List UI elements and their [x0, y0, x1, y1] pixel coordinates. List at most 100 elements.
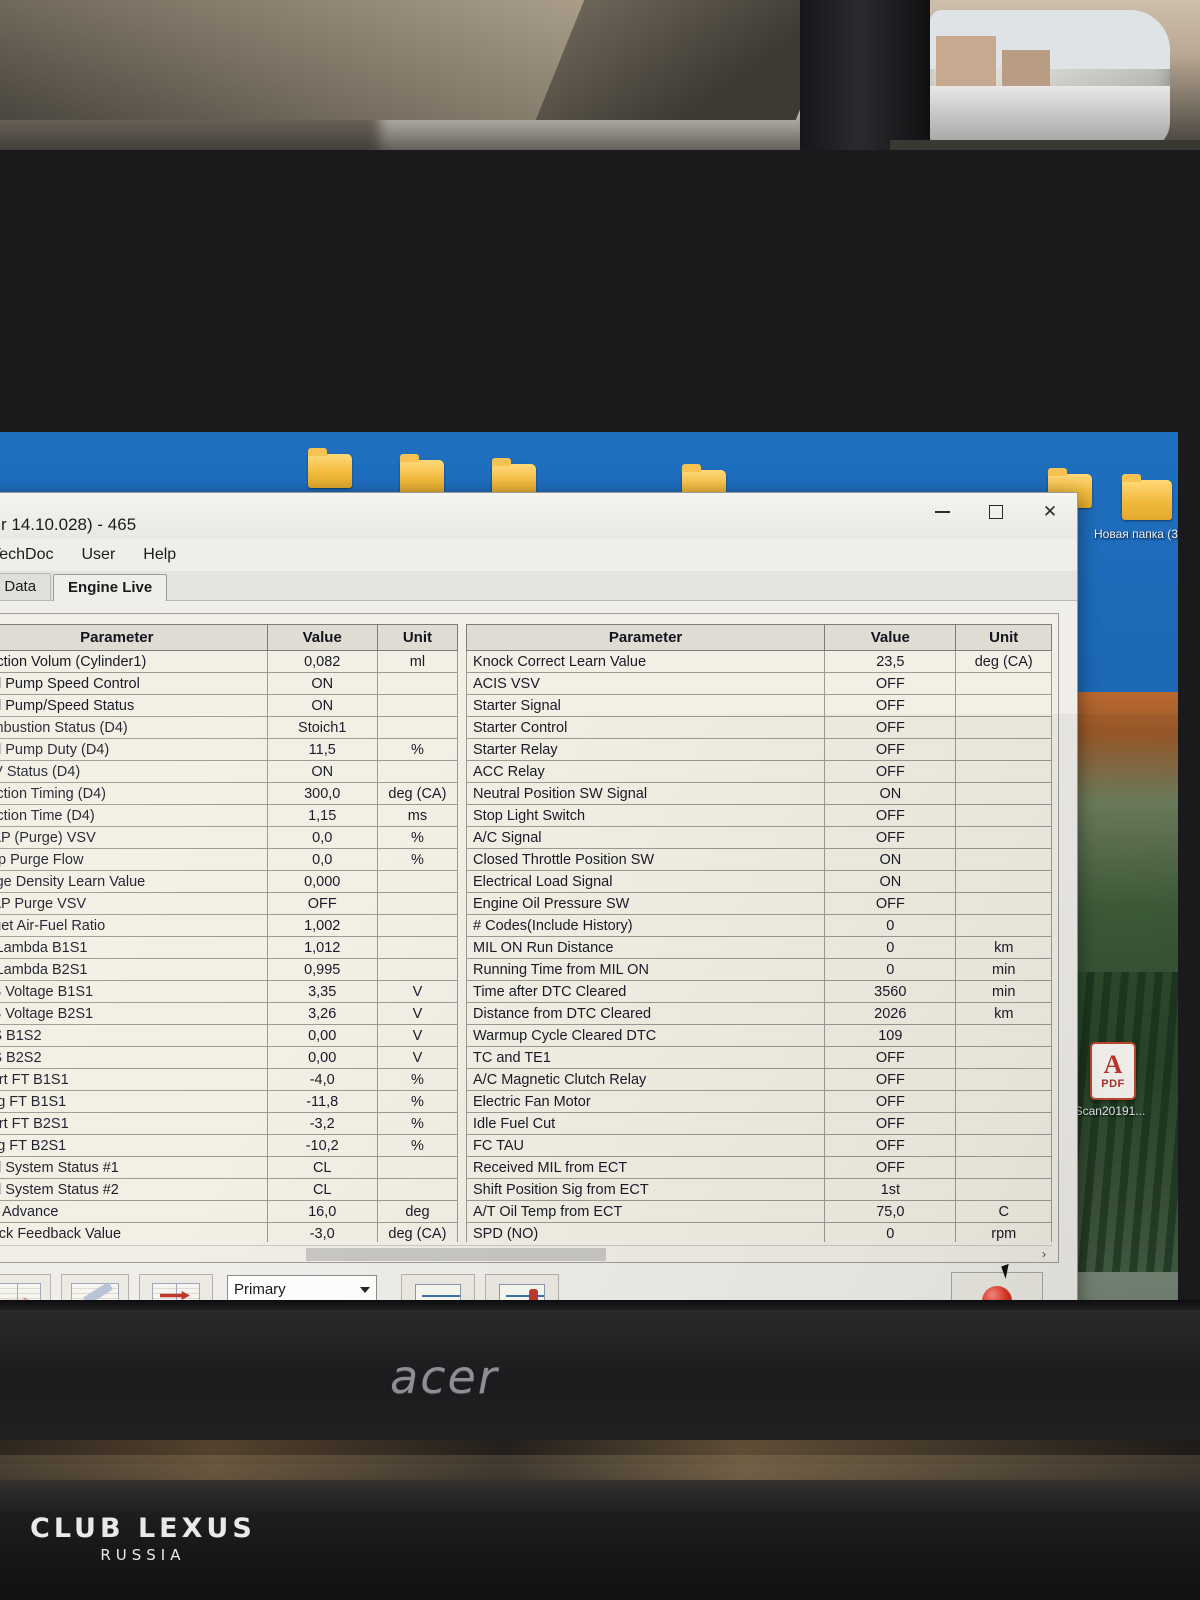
horizontal-scrollbar[interactable]: ‹ ›	[0, 1245, 1052, 1262]
table-row[interactable]: A/T Oil Temp from ECT 75,0 C	[465, 1200, 1052, 1223]
table-row[interactable]: A/C Signal OFF	[465, 826, 1052, 849]
column-header-parameter[interactable]: Parameter	[0, 624, 268, 651]
table-row[interactable]: Purge Density Learn Value0,000	[0, 870, 459, 893]
table-row[interactable]: ACIS VSV OFF	[465, 672, 1052, 695]
table-row[interactable]: Electrical Load Signal ON	[465, 870, 1052, 893]
table-row[interactable]: Engine Oil Pressure SW OFF	[465, 892, 1052, 915]
table-row[interactable]: Fuel Pump/Speed StatusON	[0, 694, 459, 717]
table-row[interactable]: Idle Fuel Cut OFF	[465, 1112, 1052, 1135]
parameter-unit-cell	[376, 892, 459, 915]
table-row[interactable]: Knock Correct Learn Value 23,5 deg (CA)	[465, 650, 1052, 673]
table-row[interactable]: AFS Voltage B2S13,26V	[0, 1002, 459, 1025]
tab-engine-live[interactable]: Engine Live	[53, 574, 168, 601]
right-grid-header-row: Parameter Value Unit	[465, 624, 1052, 651]
watermark: CLUB LEXUS RUSSIA	[30, 1513, 256, 1564]
parameter-unit-cell	[955, 1156, 1052, 1179]
table-row[interactable]: Electric Fan Motor OFF	[465, 1090, 1052, 1113]
folder-icon-new-folder[interactable]	[1122, 474, 1172, 520]
table-row[interactable]: FC TAU OFF	[465, 1134, 1052, 1157]
watermark-line-2: RUSSIA	[100, 1546, 186, 1564]
tab-stored-data[interactable]: Stored Data	[0, 573, 52, 600]
parameter-unit-cell	[955, 1046, 1052, 1069]
parameter-name-cell: Electric Fan Motor	[465, 1090, 826, 1113]
parameter-name-cell: A/C Signal	[465, 826, 826, 849]
parameter-name-cell: Neutral Position SW Signal	[465, 782, 826, 805]
menu-item-user[interactable]: User	[82, 546, 116, 564]
table-row[interactable]: AF Lambda B2S10,995	[0, 958, 459, 981]
table-row[interactable]: A/C Magnetic Clutch Relay OFF	[465, 1068, 1052, 1091]
table-row[interactable]: SCV Status (D4)ON	[0, 760, 459, 783]
menu-item-techdoc[interactable]: TechDoc	[0, 546, 54, 564]
table-row[interactable]: Closed Throttle Position SW ON	[465, 848, 1052, 871]
table-row[interactable]: MIL ON Run Distance 0 km	[465, 936, 1052, 959]
parameter-unit-cell	[955, 804, 1052, 827]
table-row[interactable]: Shift Position Sig from ECT 1st	[465, 1178, 1052, 1201]
parameter-unit-cell	[955, 1068, 1052, 1091]
table-row[interactable]: Fuel System Status #1CL	[0, 1156, 459, 1179]
table-row[interactable]: O2S B2S20,00V	[0, 1046, 459, 1069]
menu-item-help[interactable]: Help	[143, 546, 176, 564]
column-header-value[interactable]: Value	[266, 624, 378, 651]
table-row[interactable]: TC and TE1 OFF	[465, 1046, 1052, 1069]
parameter-unit-cell: rpm	[955, 1222, 1052, 1242]
table-row[interactable]: Running Time from MIL ON 0 min	[465, 958, 1052, 981]
parameter-unit-cell	[376, 870, 459, 893]
table-row[interactable]: AFS Voltage B1S13,35V	[0, 980, 459, 1003]
chevron-down-icon[interactable]	[360, 1286, 370, 1293]
table-row[interactable]: Long FT B2S1-10,2%	[0, 1134, 459, 1157]
table-row[interactable]: Short FT B1S1-4,0%	[0, 1068, 459, 1091]
table-row[interactable]: Short FT B2S1-3,2%	[0, 1112, 459, 1135]
table-row[interactable]: Fuel Pump Speed ControlON	[0, 672, 459, 695]
parameter-value-cell: -4,0	[266, 1068, 378, 1091]
table-row[interactable]: Target Air-Fuel Ratio1,002	[0, 914, 459, 937]
column-header-unit[interactable]: Unit	[376, 624, 459, 651]
table-row[interactable]: EVAP Purge VSVOFF	[0, 892, 459, 915]
table-row[interactable]: Injection Volum (Cylinder1)0,082ml	[0, 650, 459, 673]
parameter-value-cell: 11,5	[266, 738, 378, 761]
column-header-unit[interactable]: Unit	[955, 624, 1052, 651]
parameter-value-cell: 3560	[824, 980, 957, 1003]
table-row[interactable]: Starter Relay OFF	[465, 738, 1052, 761]
maximize-button[interactable]	[969, 490, 1023, 534]
parameter-name-cell: Evap Purge Flow	[0, 848, 268, 871]
folder-icon[interactable]	[400, 454, 444, 494]
column-header-value[interactable]: Value	[824, 624, 957, 651]
parameter-unit-cell: %	[376, 1134, 459, 1157]
table-row[interactable]: Warmup Cycle Cleared DTC 109	[465, 1024, 1052, 1047]
close-icon[interactable]: ✕	[1023, 490, 1077, 534]
folder-icon[interactable]	[308, 448, 352, 488]
table-row[interactable]: Starter Control OFF	[465, 716, 1052, 739]
parameter-name-cell: AF Lambda B2S1	[0, 958, 268, 981]
column-header-parameter[interactable]: Parameter	[465, 624, 826, 651]
parameter-name-cell: Running Time from MIL ON	[465, 958, 826, 981]
table-row[interactable]: Injection Time (D4)1,15ms	[0, 804, 459, 827]
table-row[interactable]: Fuel System Status #2CL	[0, 1178, 459, 1201]
table-row[interactable]: Knock Feedback Value-3,0deg (CA)	[0, 1222, 459, 1242]
table-row[interactable]: Injection Timing (D4)300,0deg (CA)	[0, 782, 459, 805]
table-row[interactable]: Long FT B1S1-11,8%	[0, 1090, 459, 1113]
table-row[interactable]: Starter Signal OFF	[465, 694, 1052, 717]
table-row[interactable]: Distance from DTC Cleared 2026 km	[465, 1002, 1052, 1025]
table-row[interactable]: # Codes(Include History) 0	[465, 914, 1052, 937]
table-row[interactable]: O2S B1S20,00V	[0, 1024, 459, 1047]
table-row[interactable]: ACC Relay OFF	[465, 760, 1052, 783]
pdf-file-icon[interactable]: A PDF	[1090, 1042, 1136, 1100]
table-row[interactable]: Neutral Position SW Signal ON	[465, 782, 1052, 805]
table-row[interactable]: AF Lambda B1S11,012	[0, 936, 459, 959]
table-row[interactable]: Time after DTC Cleared 3560 min	[465, 980, 1052, 1003]
table-row[interactable]: Received MIL from ECT OFF	[465, 1156, 1052, 1179]
table-row[interactable]: Fuel Pump Duty (D4)11,5%	[0, 738, 459, 761]
minimize-button[interactable]	[915, 490, 969, 534]
parameter-name-cell: Idle Fuel Cut	[465, 1112, 826, 1135]
parameter-unit-cell: min	[955, 980, 1052, 1003]
scrollbar-thumb[interactable]	[306, 1247, 606, 1261]
scroll-right-arrow-icon[interactable]: ›	[1036, 1247, 1052, 1261]
table-row[interactable]: IGN Advance16,0deg	[0, 1200, 459, 1223]
table-row[interactable]: Stop Light Switch OFF	[465, 804, 1052, 827]
table-row[interactable]: SPD (NO) 0 rpm	[465, 1222, 1052, 1242]
table-row[interactable]: Evap Purge Flow0,0%	[0, 848, 459, 871]
table-row[interactable]: Combustion Status (D4)Stoich1	[0, 716, 459, 739]
parameter-unit-cell	[955, 716, 1052, 739]
parameter-value-cell: 0,0	[266, 848, 378, 871]
table-row[interactable]: EVAP (Purge) VSV0,0%	[0, 826, 459, 849]
